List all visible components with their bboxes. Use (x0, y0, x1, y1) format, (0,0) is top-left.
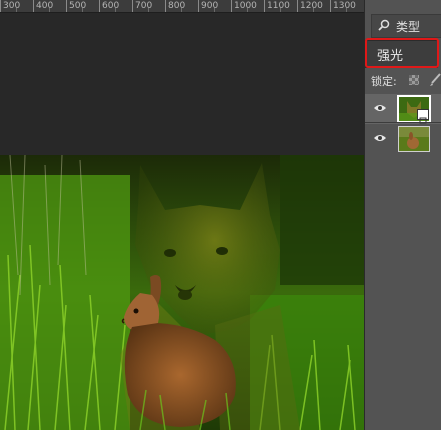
ruler-label: 600 (102, 1, 120, 11)
layer-filter-label: 类型 (396, 20, 421, 34)
lock-image-pixels-icon[interactable] (429, 73, 441, 87)
search-icon (378, 19, 390, 31)
lock-row: 锁定: (365, 72, 441, 90)
ruler-label: 500 (69, 1, 87, 11)
lock-transparent-pixels-icon[interactable] (409, 75, 419, 85)
layer-row-rabbit[interactable] (365, 124, 441, 154)
smart-object-icon (417, 109, 429, 124)
ruler-label: 300 (3, 1, 21, 11)
red-highlight-box (365, 38, 439, 68)
ruler-label: 400 (36, 1, 54, 11)
layer-divider (365, 122, 441, 123)
horizontal-ruler: 300 400 500 600 700 800 900 1000 1100 12… (0, 0, 364, 13)
ruler-label: 1300 (333, 1, 356, 11)
ruler-label: 900 (201, 1, 219, 11)
visibility-eye-icon[interactable] (373, 133, 387, 143)
ruler-label: 1100 (267, 1, 290, 11)
composite-image (0, 155, 364, 430)
canvas-artwork[interactable] (0, 155, 364, 430)
ruler-label: 700 (135, 1, 153, 11)
layers-panel: 类型 强光 锁定: (364, 0, 441, 430)
ruler-label: 1200 (300, 1, 323, 11)
ruler-label: 800 (168, 1, 186, 11)
lock-label: 锁定: (371, 75, 397, 88)
layer-thumbnail-rabbit[interactable] (398, 126, 430, 152)
visibility-eye-icon[interactable] (373, 103, 387, 113)
layer-row-fox[interactable] (365, 94, 441, 124)
ruler-label: 1000 (234, 1, 257, 11)
layer-filter-dropdown[interactable]: 类型 (371, 14, 441, 38)
